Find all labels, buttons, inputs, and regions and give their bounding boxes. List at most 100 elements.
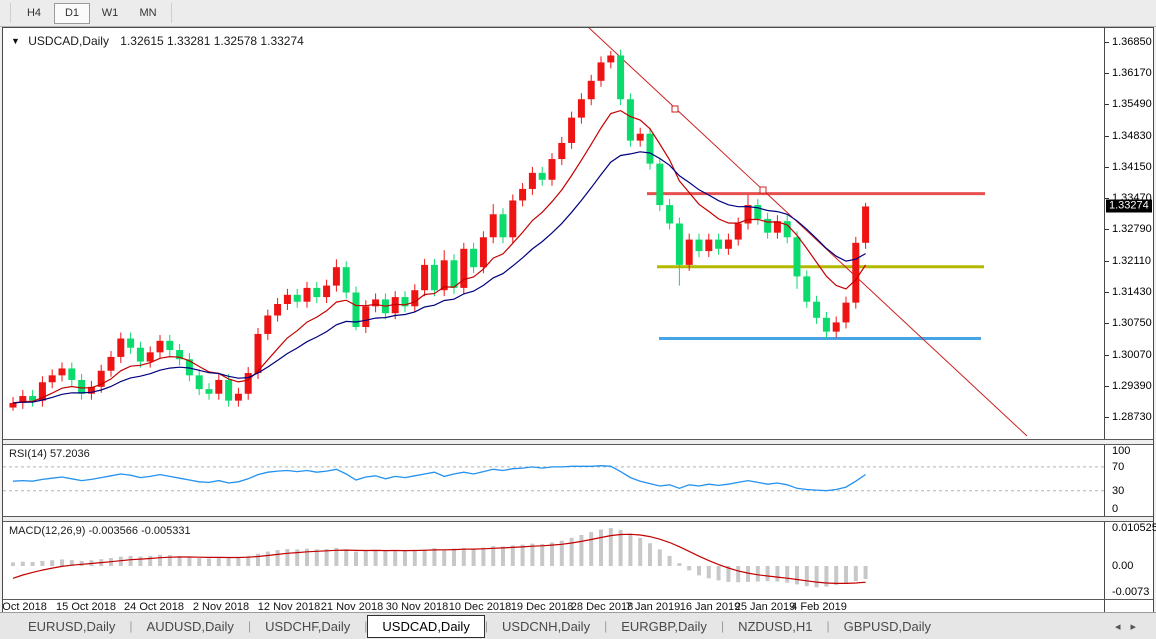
macd-histogram-bar <box>570 538 574 566</box>
candle-body <box>607 56 614 63</box>
price-axis-tick <box>1105 229 1109 230</box>
tab-usdcad[interactable]: USDCAD,Daily <box>367 615 484 638</box>
candle-body <box>823 318 830 332</box>
collapse-triangle-icon[interactable]: ▼ <box>11 36 20 46</box>
price-axis-tick <box>1105 355 1109 356</box>
candle-body <box>166 341 173 350</box>
rsi-axis-label: 100 <box>1112 445 1130 457</box>
candle-body <box>794 237 801 276</box>
candle-body <box>157 341 164 353</box>
macd-histogram-bar <box>158 555 162 566</box>
price-axis[interactable]: 1.368501.361701.354901.348301.341501.334… <box>1104 28 1153 439</box>
candle-body <box>451 260 458 288</box>
candle-body <box>529 173 536 189</box>
macd-histogram-bar <box>423 549 427 566</box>
main-chart-plot[interactable]: ▼ USDCAD,Daily 1.32615 1.33281 1.32578 1… <box>3 28 1104 439</box>
macd-histogram-bar <box>413 550 417 566</box>
macd-histogram-bar <box>31 562 35 566</box>
price-axis-label: 1.31430 <box>1112 286 1152 298</box>
price-axis-tick <box>1105 292 1109 293</box>
macd-histogram-bar <box>138 557 142 566</box>
macd-histogram-bar <box>383 551 387 566</box>
macd-histogram-bar <box>491 546 495 566</box>
price-axis-label: 1.30070 <box>1112 349 1152 361</box>
tab-usdcnh[interactable]: USDCNH,Daily <box>488 616 604 637</box>
macd-histogram-bar <box>236 557 240 566</box>
candle-body <box>637 134 644 141</box>
candle-body <box>500 214 507 237</box>
macd-histogram-bar <box>579 535 583 566</box>
price-axis-tick <box>1105 261 1109 262</box>
candle-body <box>343 267 350 292</box>
candle-body <box>215 380 222 394</box>
timeframe-button-h4[interactable]: H4 <box>16 3 52 24</box>
macd-histogram-bar <box>227 558 231 566</box>
macd-histogram-bar <box>325 549 329 566</box>
macd-histogram-bar <box>393 550 397 566</box>
price-axis-label: 1.32110 <box>1112 255 1151 267</box>
macd-row: MACD(12,26,9) -0.003566 -0.005331 0.0105… <box>3 522 1153 599</box>
toolbar-divider <box>171 3 172 23</box>
timeframe-button-w1[interactable]: W1 <box>92 3 128 24</box>
trendline[interactable] <box>587 28 1027 436</box>
tab-usdchf[interactable]: USDCHF,Daily <box>251 616 364 637</box>
candle-body <box>490 214 497 237</box>
candle-body <box>68 368 75 380</box>
candle-body <box>284 295 291 304</box>
candle-body <box>431 265 438 290</box>
macd-histogram-bar <box>276 550 280 566</box>
macd-histogram-bar <box>148 556 152 566</box>
tab-eurusd[interactable]: EURUSD,Daily <box>14 616 129 637</box>
macd-histogram-bar <box>217 557 221 566</box>
candle-body <box>676 223 683 264</box>
rsi-panel-plot[interactable]: RSI(14) 57.2036 <box>3 445 1104 516</box>
tab-eurgbp[interactable]: EURGBP,Daily <box>607 616 721 637</box>
candle-body <box>735 223 742 239</box>
candle-body <box>803 276 810 301</box>
price-axis-label: 1.29390 <box>1112 380 1152 392</box>
candle-body <box>333 267 340 285</box>
candle-body <box>696 240 703 252</box>
macd-histogram-bar <box>442 549 446 566</box>
main-chart-row: ▼ USDCAD,Daily 1.32615 1.33281 1.32578 1… <box>3 28 1153 439</box>
timeframe-button-mn[interactable]: MN <box>130 3 166 24</box>
trendline-handle[interactable] <box>672 106 678 112</box>
rsi-axis-label: 30 <box>1112 485 1124 497</box>
macd-histogram-bar <box>197 558 201 566</box>
macd-histogram-bar <box>521 545 525 566</box>
macd-histogram-bar <box>80 561 84 566</box>
price-axis-tick <box>1105 323 1109 324</box>
price-axis-tick <box>1105 417 1109 418</box>
macd-histogram-bar <box>795 566 799 584</box>
macd-histogram-bar <box>834 566 838 585</box>
candle-body <box>362 306 369 327</box>
timeframe-button-d1[interactable]: D1 <box>54 3 90 24</box>
candle-body <box>59 368 66 375</box>
tab-scroll-left-icon[interactable]: ◂ <box>1115 621 1131 633</box>
candle-body <box>666 205 673 223</box>
macd-histogram-bar <box>50 560 54 566</box>
macd-histogram-bar <box>677 563 681 566</box>
candle-body <box>137 348 144 362</box>
macd-panel-plot[interactable]: MACD(12,26,9) -0.003566 -0.005331 <box>3 522 1104 599</box>
macd-histogram-bar <box>668 556 672 566</box>
candle-body <box>617 56 624 100</box>
macd-histogram-bar <box>775 566 779 582</box>
candle-body <box>49 375 56 382</box>
candle-body <box>833 322 840 331</box>
price-axis-label: 1.36170 <box>1112 67 1152 79</box>
macd-histogram-bar <box>462 548 466 566</box>
candle-body <box>705 240 712 252</box>
tab-audusd[interactable]: AUDUSD,Daily <box>133 616 248 637</box>
chart-window: ▼ USDCAD,Daily 1.32615 1.33281 1.32578 1… <box>2 27 1154 612</box>
tab-nzdusd[interactable]: NZDUSD,H1 <box>724 616 826 637</box>
tab-gbpusd[interactable]: GBPUSD,Daily <box>830 616 945 637</box>
candle-body <box>813 302 820 318</box>
macd-histogram-bar <box>129 556 133 566</box>
price-axis-tick <box>1105 42 1109 43</box>
macd-histogram-bar <box>638 538 642 566</box>
tab-scroll-right-icon[interactable]: ▸ <box>1130 621 1146 633</box>
trendline-handle[interactable] <box>760 187 766 193</box>
candle-body <box>578 99 585 117</box>
candle-body <box>274 304 281 316</box>
